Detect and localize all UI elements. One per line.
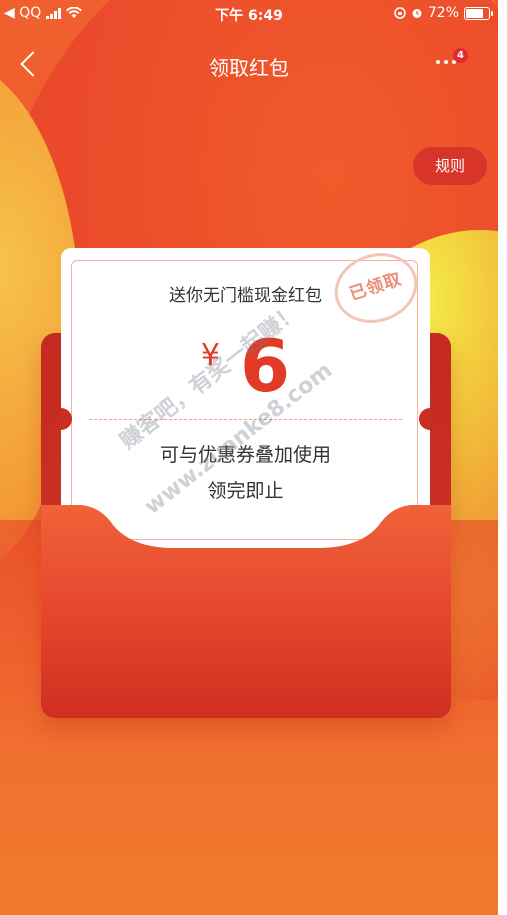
screen-edge [498,0,507,915]
status-bar: ◀ QQ 下午 6:49 72% [0,0,498,28]
page-title: 领取红包 [209,56,289,80]
lock-rotation-icon [394,7,406,19]
rules-button[interactable]: 规则 [413,147,487,185]
red-packet-card: 送你无门槛现金红包 ¥6 可与优惠券叠加使用 领完即止 已领取 [61,248,430,548]
alarm-icon [412,9,422,18]
more-icon[interactable] [436,60,456,64]
card-notch-right [419,408,430,430]
status-right: 72% [394,5,493,21]
envelope-front [41,505,451,718]
battery-icon [464,6,493,20]
red-packet-screen: ◀ QQ 下午 6:49 72% 领取红包 4 规则 送你无门槛现金红包 ¥ 6… [0,0,498,915]
card-desc-line2: 领完即止 [207,480,284,502]
notification-badge: 4 [453,48,468,63]
battery-percent: 72% [427,5,459,21]
nav-bar: 领取红包 [0,40,498,90]
